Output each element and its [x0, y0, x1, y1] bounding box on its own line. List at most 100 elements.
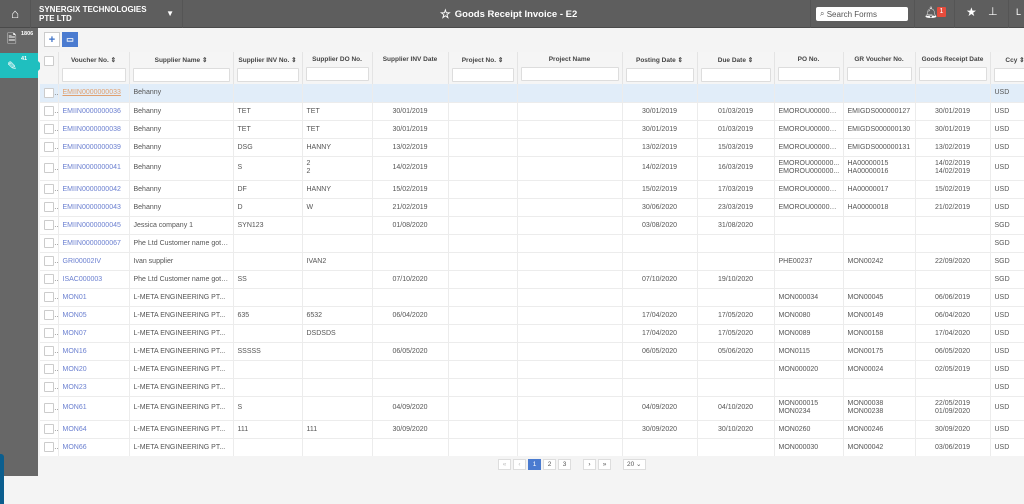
column-header[interactable]: Supplier INV Date: [372, 52, 448, 84]
row-checkbox[interactable]: [44, 163, 54, 173]
table-row[interactable]: EMIIN0000000036BehannyTETTET30/01/201930…: [40, 102, 1024, 120]
column-header[interactable]: Voucher No. ⇕: [58, 52, 129, 84]
view-toggle-button[interactable]: ▭: [62, 32, 78, 47]
column-filter-input[interactable]: [237, 68, 299, 82]
row-checkbox[interactable]: [44, 403, 54, 413]
user-menu[interactable]: L: [1016, 7, 1021, 17]
voucher-link[interactable]: MON64: [63, 426, 87, 433]
row-checkbox[interactable]: [44, 106, 54, 116]
table-row[interactable]: EMIIN0000000038BehannyTETTET30/01/201930…: [40, 120, 1024, 138]
table-row[interactable]: MON61L-META ENGINEERING PT...S04/09/2020…: [40, 396, 1024, 420]
column-filter-input[interactable]: [306, 67, 369, 81]
voucher-link[interactable]: MON23: [63, 384, 87, 391]
voucher-link[interactable]: MON07: [63, 330, 87, 337]
voucher-link[interactable]: EMIIN0000000045: [63, 222, 121, 229]
row-checkbox[interactable]: [44, 124, 54, 134]
next-page-button[interactable]: ›: [583, 459, 596, 470]
voucher-link[interactable]: EMIIN0000000038: [63, 126, 121, 133]
column-filter-input[interactable]: [701, 68, 771, 82]
table-row[interactable]: EMIIN0000000042BehannyDFHANNY15/02/20191…: [40, 180, 1024, 198]
voucher-link[interactable]: ISAC000003: [63, 276, 103, 283]
row-checkbox[interactable]: [44, 382, 54, 392]
table-row[interactable]: MON20L-META ENGINEERING PT...MON000020MO…: [40, 360, 1024, 378]
voucher-link[interactable]: EMIIN0000000042: [63, 186, 121, 193]
sidebar-item-documents[interactable]: 🗎︎1806: [0, 28, 38, 53]
voucher-link[interactable]: GRI00002IV: [63, 258, 102, 265]
column-header[interactable]: Due Date ⇕: [697, 52, 774, 84]
column-header[interactable]: Posting Date ⇕: [622, 52, 697, 84]
row-checkbox[interactable]: [44, 142, 54, 152]
row-checkbox[interactable]: [44, 364, 54, 374]
column-header[interactable]: PO No.: [774, 52, 843, 84]
table-row[interactable]: MON64L-META ENGINEERING PT...11111130/09…: [40, 420, 1024, 438]
row-checkbox[interactable]: [44, 346, 54, 356]
sidebar-tab-handle[interactable]: [0, 454, 4, 504]
page-2-button[interactable]: 2: [543, 459, 556, 470]
voucher-link[interactable]: EMIIN0000000067: [63, 240, 121, 247]
table-row[interactable]: MON23L-META ENGINEERING PT...USD: [40, 378, 1024, 396]
pin-icon[interactable]: ⊥: [988, 5, 998, 18]
table-row[interactable]: MON66L-META ENGINEERING PT...MON000030MO…: [40, 438, 1024, 456]
table-row[interactable]: ISAC000003Phe Ltd Customer name gott...S…: [40, 270, 1024, 288]
column-header[interactable]: Goods Receipt Date: [915, 52, 990, 84]
column-filter-input[interactable]: [62, 68, 126, 82]
sort-icon[interactable]: ⇕: [111, 57, 116, 64]
table-row[interactable]: EMIIN0000000039BehannyDSGHANNY13/02/2019…: [40, 138, 1024, 156]
column-header[interactable]: Supplier DO No.: [302, 52, 372, 84]
voucher-link[interactable]: MON16: [63, 348, 87, 355]
table-row[interactable]: EMIIN0000000067Phe Ltd Customer name got…: [40, 234, 1024, 252]
column-filter-input[interactable]: [778, 67, 840, 81]
row-checkbox[interactable]: [44, 202, 54, 212]
row-checkbox[interactable]: [44, 310, 54, 320]
last-page-button[interactable]: »: [598, 459, 611, 470]
page-1-button[interactable]: 1: [528, 459, 541, 470]
row-checkbox[interactable]: [44, 328, 54, 338]
company-selector[interactable]: SYNERGIX TECHNOLOGIES PTE LTD▼: [31, 0, 183, 28]
voucher-link[interactable]: MON05: [63, 312, 87, 319]
voucher-link[interactable]: EMIIN0000000039: [63, 144, 121, 151]
row-checkbox[interactable]: [44, 424, 54, 434]
column-header[interactable]: GR Voucher No.: [843, 52, 915, 84]
sort-icon[interactable]: ⇕: [678, 57, 683, 64]
column-filter-input[interactable]: [626, 68, 694, 82]
column-header[interactable]: Supplier INV No. ⇕: [233, 52, 302, 84]
first-page-button[interactable]: «: [498, 459, 511, 470]
table-row[interactable]: MON07L-META ENGINEERING PT...DSDSDS17/04…: [40, 324, 1024, 342]
add-button[interactable]: +: [44, 32, 60, 47]
bell-icon[interactable]: 🔔︎: [924, 6, 938, 19]
column-filter-input[interactable]: [994, 68, 1024, 82]
voucher-link[interactable]: MON20: [63, 366, 87, 373]
column-filter-input[interactable]: [452, 68, 514, 82]
column-header[interactable]: Project Name: [517, 52, 622, 84]
row-checkbox[interactable]: [44, 256, 54, 266]
favorites-star-icon[interactable]: ★: [966, 5, 977, 19]
row-checkbox[interactable]: [44, 274, 54, 284]
table-row[interactable]: GRI00002IVIvan supplierIVAN2PHE00237MON0…: [40, 252, 1024, 270]
column-filter-input[interactable]: [133, 68, 230, 82]
page-3-button[interactable]: 3: [558, 459, 571, 470]
table-row[interactable]: MON01L-META ENGINEERING PT...MON000034MO…: [40, 288, 1024, 306]
column-filter-input[interactable]: [919, 67, 987, 81]
sort-icon[interactable]: ⇕: [291, 57, 296, 64]
row-checkbox[interactable]: [44, 184, 54, 194]
voucher-link[interactable]: MON01: [63, 294, 87, 301]
row-checkbox[interactable]: [44, 238, 54, 248]
row-checkbox[interactable]: [44, 88, 54, 98]
voucher-link[interactable]: EMIIN0000000041: [63, 164, 121, 171]
table-row[interactable]: EMIIN0000000041BehannyS2214/02/201914/02…: [40, 156, 1024, 180]
home-icon[interactable]: ⌂: [0, 0, 31, 28]
table-row[interactable]: MON05L-META ENGINEERING PT...635653206/0…: [40, 306, 1024, 324]
column-header[interactable]: Project No. ⇕: [448, 52, 517, 84]
row-checkbox[interactable]: [44, 220, 54, 230]
voucher-link[interactable]: EMIIN0000000033: [63, 89, 121, 96]
star-outline-icon[interactable]: ☆: [440, 7, 451, 21]
voucher-link[interactable]: EMIIN0000000036: [63, 108, 121, 115]
select-all-checkbox[interactable]: [44, 56, 54, 66]
row-checkbox[interactable]: [44, 442, 54, 452]
sort-icon[interactable]: ⇕: [748, 57, 753, 64]
prev-page-button[interactable]: ‹: [513, 459, 526, 470]
table-row[interactable]: MON16L-META ENGINEERING PT...SSSSS06/05/…: [40, 342, 1024, 360]
sort-icon[interactable]: ⇕: [1019, 57, 1024, 64]
sort-icon[interactable]: ⇕: [498, 57, 503, 64]
sidebar-item-edit[interactable]: ✎41: [0, 53, 38, 78]
